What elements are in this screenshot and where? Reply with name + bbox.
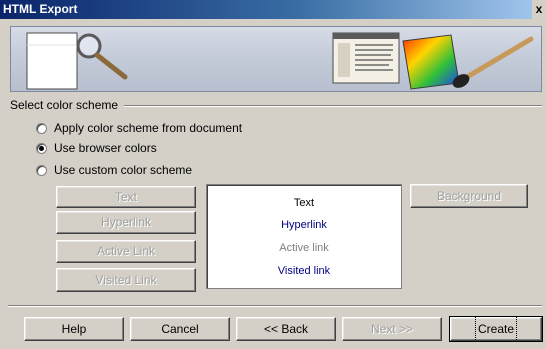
header-banner [10,26,542,92]
radio-button-selected[interactable] [36,142,47,154]
document-icon [26,32,78,90]
close-icon[interactable]: x [532,0,546,19]
radio-button[interactable] [36,122,47,134]
banner-art [26,32,534,90]
radio-label: Apply color scheme from document [54,121,243,135]
group-separator [124,105,542,107]
web-page-icon [332,32,400,84]
active-link-color-button[interactable]: Active Link [56,240,196,263]
radio-button[interactable] [36,164,47,176]
create-button[interactable]: Create [449,316,543,342]
radio-apply-document-scheme[interactable]: Apply color scheme from document [36,120,242,136]
color-preview: Text Hyperlink Active link Visited link [206,184,402,289]
magnifier-icon [76,33,128,80]
next-button[interactable]: Next >> [342,317,442,341]
radio-label: Use custom color scheme [54,163,193,177]
footer-separator [8,305,542,307]
radio-browser-colors[interactable]: Use browser colors [36,140,157,156]
text-color-button[interactable]: Text [56,186,196,208]
window-title: HTML Export [3,2,78,16]
background-color-button[interactable]: Background [410,184,528,208]
radio-custom-scheme[interactable]: Use custom color scheme [36,162,192,178]
title-bar: HTML Export x [0,0,546,19]
brush-icon [452,36,534,88]
palette-icon [402,34,460,90]
cancel-button[interactable]: Cancel [130,317,230,341]
visited-link-color-button[interactable]: Visited Link [56,268,196,292]
back-button[interactable]: << Back [236,317,336,341]
preview-visited-link: Visited link [277,265,331,277]
preview-text: Text [293,197,315,209]
color-scheme-group-label: Select color scheme [10,98,122,112]
help-button[interactable]: Help [24,317,124,341]
radio-label: Use browser colors [54,141,157,155]
preview-hyperlink: Hyperlink [281,219,327,231]
preview-active-link: Active link [279,242,329,254]
hyperlink-color-button[interactable]: Hyperlink [56,211,196,234]
